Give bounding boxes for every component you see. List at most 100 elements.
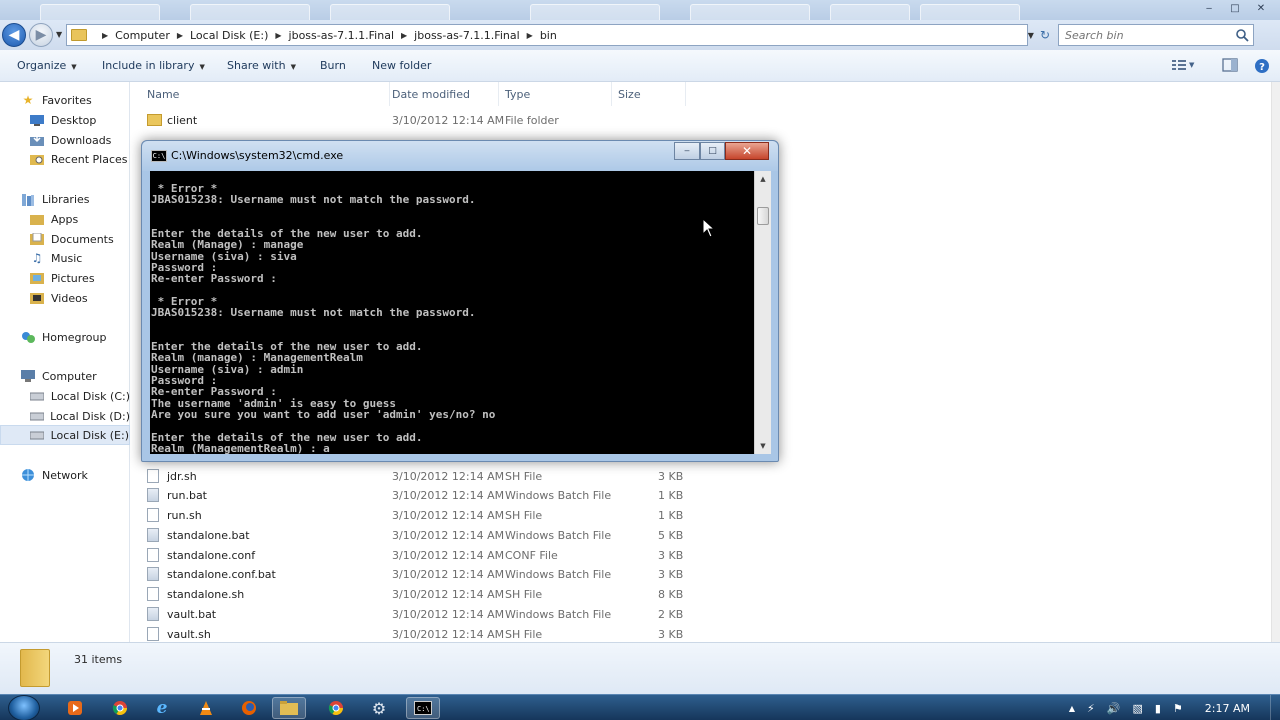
file-icon <box>147 548 159 562</box>
console-scrollbar[interactable]: ▲ ▼ <box>754 171 771 454</box>
folder-icon <box>147 114 162 126</box>
forward-button[interactable]: ▶ <box>29 23 53 47</box>
breadcrumb-item[interactable]: jboss-as-7.1.1.Final <box>414 29 519 42</box>
flag-icon[interactable]: ⚑ <box>1173 702 1183 715</box>
nav-recent-places[interactable]: Recent Places <box>0 149 130 169</box>
scroll-down-arrow-icon[interactable]: ▼ <box>755 438 771 454</box>
show-desktop-button[interactable] <box>1270 695 1280 720</box>
chevron-right-icon[interactable]: ▶ <box>177 31 183 40</box>
include-in-library-button[interactable]: Include in library ▼ <box>102 59 205 72</box>
table-row[interactable]: vault.sh 3/10/2012 12:14 AM SH File 3 KB <box>141 624 821 644</box>
nav-documents[interactable]: Documents <box>0 229 130 249</box>
nav-apps[interactable]: Apps <box>0 209 130 229</box>
show-hidden-icons-icon[interactable]: ▲ <box>1069 704 1075 713</box>
taskbar-firefox[interactable] <box>232 697 266 719</box>
chevron-right-icon[interactable]: ▶ <box>275 31 281 40</box>
nav-videos[interactable]: Videos <box>0 288 130 308</box>
nav-network[interactable]: Network <box>0 465 130 485</box>
new-folder-button[interactable]: New folder <box>372 59 431 72</box>
mouse-cursor-icon <box>702 218 716 238</box>
address-dropdown-icon[interactable]: ▼ <box>1028 31 1034 40</box>
recent-places-icon <box>29 152 45 166</box>
network-status-icon[interactable]: ▧ <box>1132 702 1142 715</box>
nav-libraries[interactable]: Libraries <box>0 189 130 209</box>
taskbar-media-player[interactable] <box>58 697 92 719</box>
scroll-thumb[interactable] <box>757 207 769 225</box>
chevron-right-icon[interactable]: ▶ <box>527 31 533 40</box>
breadcrumb-item[interactable]: Computer <box>115 29 170 42</box>
taskbar-internet-explorer[interactable]: e <box>145 697 179 719</box>
power-icon[interactable]: ⚡ <box>1087 702 1095 715</box>
batch-file-icon <box>147 488 159 502</box>
table-row[interactable]: vault.bat 3/10/2012 12:14 AM Windows Bat… <box>141 604 821 624</box>
breadcrumb-item[interactable]: bin <box>540 29 557 42</box>
help-button[interactable]: ? <box>1254 58 1270 74</box>
cmd-maximize-button[interactable]: □ <box>700 142 725 160</box>
nav-computer[interactable]: Computer <box>0 366 130 386</box>
gear-icon: ⚙ <box>371 698 387 718</box>
table-row[interactable]: run.sh 3/10/2012 12:14 AM SH File 1 KB <box>141 505 821 525</box>
scroll-up-arrow-icon[interactable]: ▲ <box>755 171 771 187</box>
back-button[interactable]: ◀ <box>2 23 26 47</box>
chevron-right-icon[interactable]: ▶ <box>102 31 108 40</box>
cmd-window[interactable]: C:\ C:\Windows\system32\cmd.exe ‒ □ ✕ * … <box>141 140 779 462</box>
command-bar: Organize ▼ Include in library ▼ Share with… <box>0 50 1280 82</box>
search-icon[interactable] <box>1235 28 1249 42</box>
taskbar-chrome[interactable] <box>103 697 137 719</box>
table-row[interactable]: jdr.sh 3/10/2012 12:14 AM SH File 3 KB <box>141 466 821 486</box>
table-row[interactable]: standalone.conf 3/10/2012 12:14 AM CONF … <box>141 545 821 565</box>
preview-pane-button[interactable] <box>1222 58 1238 72</box>
nav-pictures[interactable]: Pictures <box>0 268 130 288</box>
start-button[interactable] <box>8 695 40 720</box>
share-with-button[interactable]: Share with ▼ <box>227 59 296 72</box>
taskbar-vlc[interactable] <box>189 697 223 719</box>
change-view-button[interactable]: ▼ <box>1171 58 1194 72</box>
organize-button[interactable]: Organize ▼ <box>17 59 77 72</box>
chevron-down-icon: ▼ <box>1189 61 1195 69</box>
command-prompt-icon: C:\ <box>151 150 167 162</box>
table-row[interactable]: standalone.sh 3/10/2012 12:14 AM SH File… <box>141 584 821 604</box>
clock[interactable]: 2:17 AM <box>1205 702 1250 715</box>
file-list-scrollbar[interactable] <box>1271 82 1280 642</box>
console-output[interactable]: * Error * JBAS015238: Username must not … <box>150 171 754 454</box>
nav-favorites[interactable]: ★ Favorites <box>0 90 130 110</box>
table-row[interactable]: client 3/10/2012 12:14 AM File folder <box>141 110 821 130</box>
table-row[interactable]: standalone.bat 3/10/2012 12:14 AM Window… <box>141 525 821 545</box>
search-box[interactable] <box>1058 24 1254 46</box>
window-close-button[interactable]: ✕ <box>1250 0 1272 16</box>
nav-downloads[interactable]: Downloads <box>0 130 130 150</box>
breadcrumb[interactable]: ▶ Computer ▶ Local Disk (E:) ▶ jboss-as-… <box>66 24 1028 46</box>
taskbar-settings[interactable]: ⚙ <box>362 697 396 719</box>
taskbar-chrome-2[interactable] <box>319 697 353 719</box>
table-row[interactable]: run.bat 3/10/2012 12:14 AM Windows Batch… <box>141 485 821 505</box>
column-header-size[interactable]: Size <box>612 82 686 106</box>
volume-icon[interactable]: 🔊 <box>1107 702 1121 715</box>
nav-homegroup[interactable]: Homegroup <box>0 327 130 347</box>
signal-icon[interactable]: ▮ <box>1155 702 1161 715</box>
column-header-date-modified[interactable]: Date modified <box>386 82 499 106</box>
navigation-pane: ★ Favorites Desktop Downloads Recent Plac… <box>0 82 130 642</box>
window-maximize-button[interactable]: □ <box>1224 0 1246 16</box>
taskbar-cmd[interactable]: C:\ <box>406 697 440 719</box>
breadcrumb-item[interactable]: Local Disk (E:) <box>190 29 268 42</box>
cmd-minimize-button[interactable]: ‒ <box>674 142 700 160</box>
table-row[interactable]: standalone.conf.bat 3/10/2012 12:14 AM W… <box>141 564 821 584</box>
cmd-close-button[interactable]: ✕ <box>725 142 769 160</box>
nav-desktop[interactable]: Desktop <box>0 110 130 130</box>
recent-pages-dropdown[interactable]: ▼ <box>56 30 62 39</box>
burn-button[interactable]: Burn <box>320 59 346 72</box>
breadcrumb-item[interactable]: jboss-as-7.1.1.Final <box>289 29 394 42</box>
search-input[interactable] <box>1059 25 1229 45</box>
refresh-icon[interactable]: ↻ <box>1040 28 1050 42</box>
homegroup-icon <box>20 330 36 344</box>
cmd-titlebar[interactable]: C:\ C:\Windows\system32\cmd.exe ‒ □ ✕ <box>142 141 778 171</box>
column-header-name[interactable]: Name <box>141 82 390 106</box>
nav-music[interactable]: ♫ Music <box>0 248 130 268</box>
nav-local-disk-d[interactable]: Local Disk (D:) <box>0 406 130 426</box>
nav-local-disk-c[interactable]: Local Disk (C:) <box>0 386 130 406</box>
chevron-right-icon[interactable]: ▶ <box>401 31 407 40</box>
nav-local-disk-e[interactable]: Local Disk (E:) <box>0 425 130 445</box>
taskbar-windows-explorer[interactable] <box>272 697 306 719</box>
window-minimize-button[interactable]: ‒ <box>1198 0 1220 16</box>
column-header-type[interactable]: Type <box>499 82 612 106</box>
